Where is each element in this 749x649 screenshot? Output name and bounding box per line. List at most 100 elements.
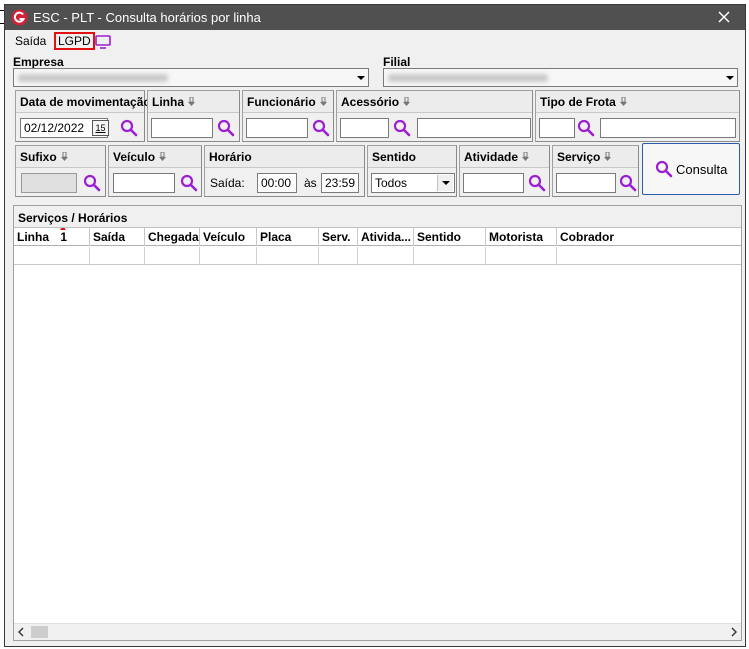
- scroll-left-icon[interactable]: [17, 627, 25, 637]
- panel-header: Acessório: [337, 91, 532, 113]
- empresa-label: Empresa: [13, 55, 64, 69]
- chevron-down-icon: [357, 76, 365, 80]
- atividade-input[interactable]: [463, 173, 524, 193]
- grid-caption-text: Serviços / Horários: [18, 211, 128, 225]
- col-header-atividade[interactable]: Ativida...: [358, 228, 414, 246]
- table-cell: [145, 247, 200, 265]
- search-icon[interactable]: [217, 119, 235, 137]
- horario-ate-value: 23:59: [325, 176, 356, 190]
- search-icon[interactable]: [619, 174, 637, 192]
- select-arrow[interactable]: [437, 175, 453, 191]
- table-row[interactable]: [14, 247, 741, 265]
- funcionario-input[interactable]: [246, 118, 308, 138]
- pin-icon[interactable]: [319, 97, 327, 107]
- pin-icon[interactable]: [403, 97, 411, 107]
- table-cell: [319, 247, 358, 265]
- acessorio-desc-input[interactable]: [417, 118, 531, 138]
- servico-input[interactable]: [556, 173, 616, 193]
- panel-sufixo: Sufixo: [15, 145, 106, 197]
- col-header-saida[interactable]: Saída: [90, 228, 145, 246]
- panel-linha: Linha: [147, 90, 240, 142]
- col-header-veiculo[interactable]: Veículo: [200, 228, 257, 246]
- col-linha-label: Linha: [17, 230, 49, 244]
- filial-value-redacted: [388, 74, 548, 82]
- menu-bar: Saída LGPD: [5, 30, 745, 52]
- scroll-right-icon[interactable]: [730, 627, 738, 637]
- main-window: ESC - PLT - Consulta horários por linha …: [4, 4, 746, 647]
- sentido-value: Todos: [375, 176, 408, 190]
- title-bar[interactable]: ESC - PLT - Consulta horários por linha: [5, 5, 745, 30]
- panel-header: Sentido: [368, 146, 456, 168]
- col-header-chegada[interactable]: Chegada: [145, 228, 200, 246]
- pin-icon[interactable]: [188, 97, 195, 107]
- panel-veiculo: Veículo: [108, 145, 202, 197]
- panel-tipo-frota: Tipo de Frota: [535, 90, 740, 142]
- services-grid: Serviços / Horários Linha 1 Saída Chegad…: [13, 205, 742, 641]
- scrollbar-thumb[interactable]: [31, 626, 48, 638]
- search-icon[interactable]: [180, 174, 198, 192]
- sufixo-input[interactable]: [21, 173, 77, 193]
- horario-title: Horário: [209, 150, 252, 164]
- search-icon[interactable]: [393, 119, 411, 137]
- veiculo-title: Veículo: [113, 150, 156, 164]
- col-header-linha[interactable]: Linha 1: [14, 228, 90, 246]
- horario-saida-value: 00:00: [261, 176, 292, 190]
- filial-combo[interactable]: [383, 68, 738, 87]
- col-header-motorista[interactable]: Motorista: [486, 228, 557, 246]
- search-icon[interactable]: [83, 174, 101, 192]
- pin-icon[interactable]: [60, 152, 68, 162]
- panel-funcionario: Funcionário: [242, 90, 334, 142]
- search-icon[interactable]: [312, 119, 330, 137]
- window-title: ESC - PLT - Consulta horários por linha: [33, 10, 261, 25]
- monitor-icon[interactable]: [95, 35, 111, 49]
- search-icon[interactable]: [577, 119, 595, 137]
- horario-saida-label: Saída:: [210, 176, 245, 190]
- menu-saida[interactable]: Saída: [12, 33, 49, 49]
- search-icon: [655, 160, 673, 178]
- horario-saida-input[interactable]: 00:00: [257, 173, 297, 193]
- col-header-sentido[interactable]: Sentido: [414, 228, 486, 246]
- panel-data-movimentacao: Data de movimentação 02/12/2022 15: [15, 90, 151, 142]
- col-header-placa[interactable]: Placa: [257, 228, 319, 246]
- acessorio-code-input[interactable]: [340, 118, 389, 138]
- calendar-button[interactable]: 15: [92, 120, 109, 136]
- sort-indicator: 1: [60, 228, 67, 244]
- linha-title: Linha: [152, 95, 184, 109]
- col-header-serv[interactable]: Serv.: [319, 228, 358, 246]
- pin-icon[interactable]: [159, 152, 167, 162]
- search-icon[interactable]: [528, 174, 546, 192]
- pin-icon[interactable]: [619, 97, 627, 107]
- sentido-select[interactable]: Todos: [371, 173, 455, 193]
- veiculo-input[interactable]: [113, 173, 175, 193]
- horizontal-scrollbar[interactable]: [14, 623, 741, 640]
- horario-as-label: às: [304, 176, 317, 190]
- panel-atividade: Atividade: [459, 145, 550, 197]
- search-icon[interactable]: [120, 119, 138, 137]
- panel-sentido: Sentido Todos: [367, 145, 457, 197]
- panel-header: Sufixo: [16, 146, 105, 168]
- menu-lgpd[interactable]: LGPD: [54, 32, 95, 50]
- tipo-frota-code-input[interactable]: [539, 118, 575, 138]
- horario-ate-input[interactable]: 23:59: [321, 173, 359, 193]
- consulta-button[interactable]: Consulta: [642, 143, 740, 195]
- empresa-combo[interactable]: [13, 68, 369, 87]
- tipo-frota-desc-input[interactable]: [600, 118, 736, 138]
- sentido-title: Sentido: [372, 150, 416, 164]
- panel-header: Horário: [205, 146, 364, 168]
- col-header-cobrador[interactable]: Cobrador: [557, 228, 741, 246]
- close-button[interactable]: [707, 6, 741, 29]
- linha-input[interactable]: [151, 118, 213, 138]
- pin-icon[interactable]: [604, 152, 612, 162]
- grid-caption: Serviços / Horários: [14, 206, 741, 228]
- acessorio-title: Acessório: [341, 95, 400, 109]
- consulta-label: Consulta: [676, 162, 728, 177]
- panel-header: Serviço: [553, 146, 638, 168]
- table-cell: [90, 247, 145, 265]
- close-icon: [718, 11, 730, 23]
- data-mov-title: Data de movimentação: [20, 95, 151, 109]
- chevron-down-icon: [442, 181, 450, 185]
- table-cell: [257, 247, 319, 265]
- pin-icon[interactable]: [522, 152, 530, 162]
- panel-header: Data de movimentação: [16, 91, 151, 113]
- atividade-title: Atividade: [464, 150, 519, 164]
